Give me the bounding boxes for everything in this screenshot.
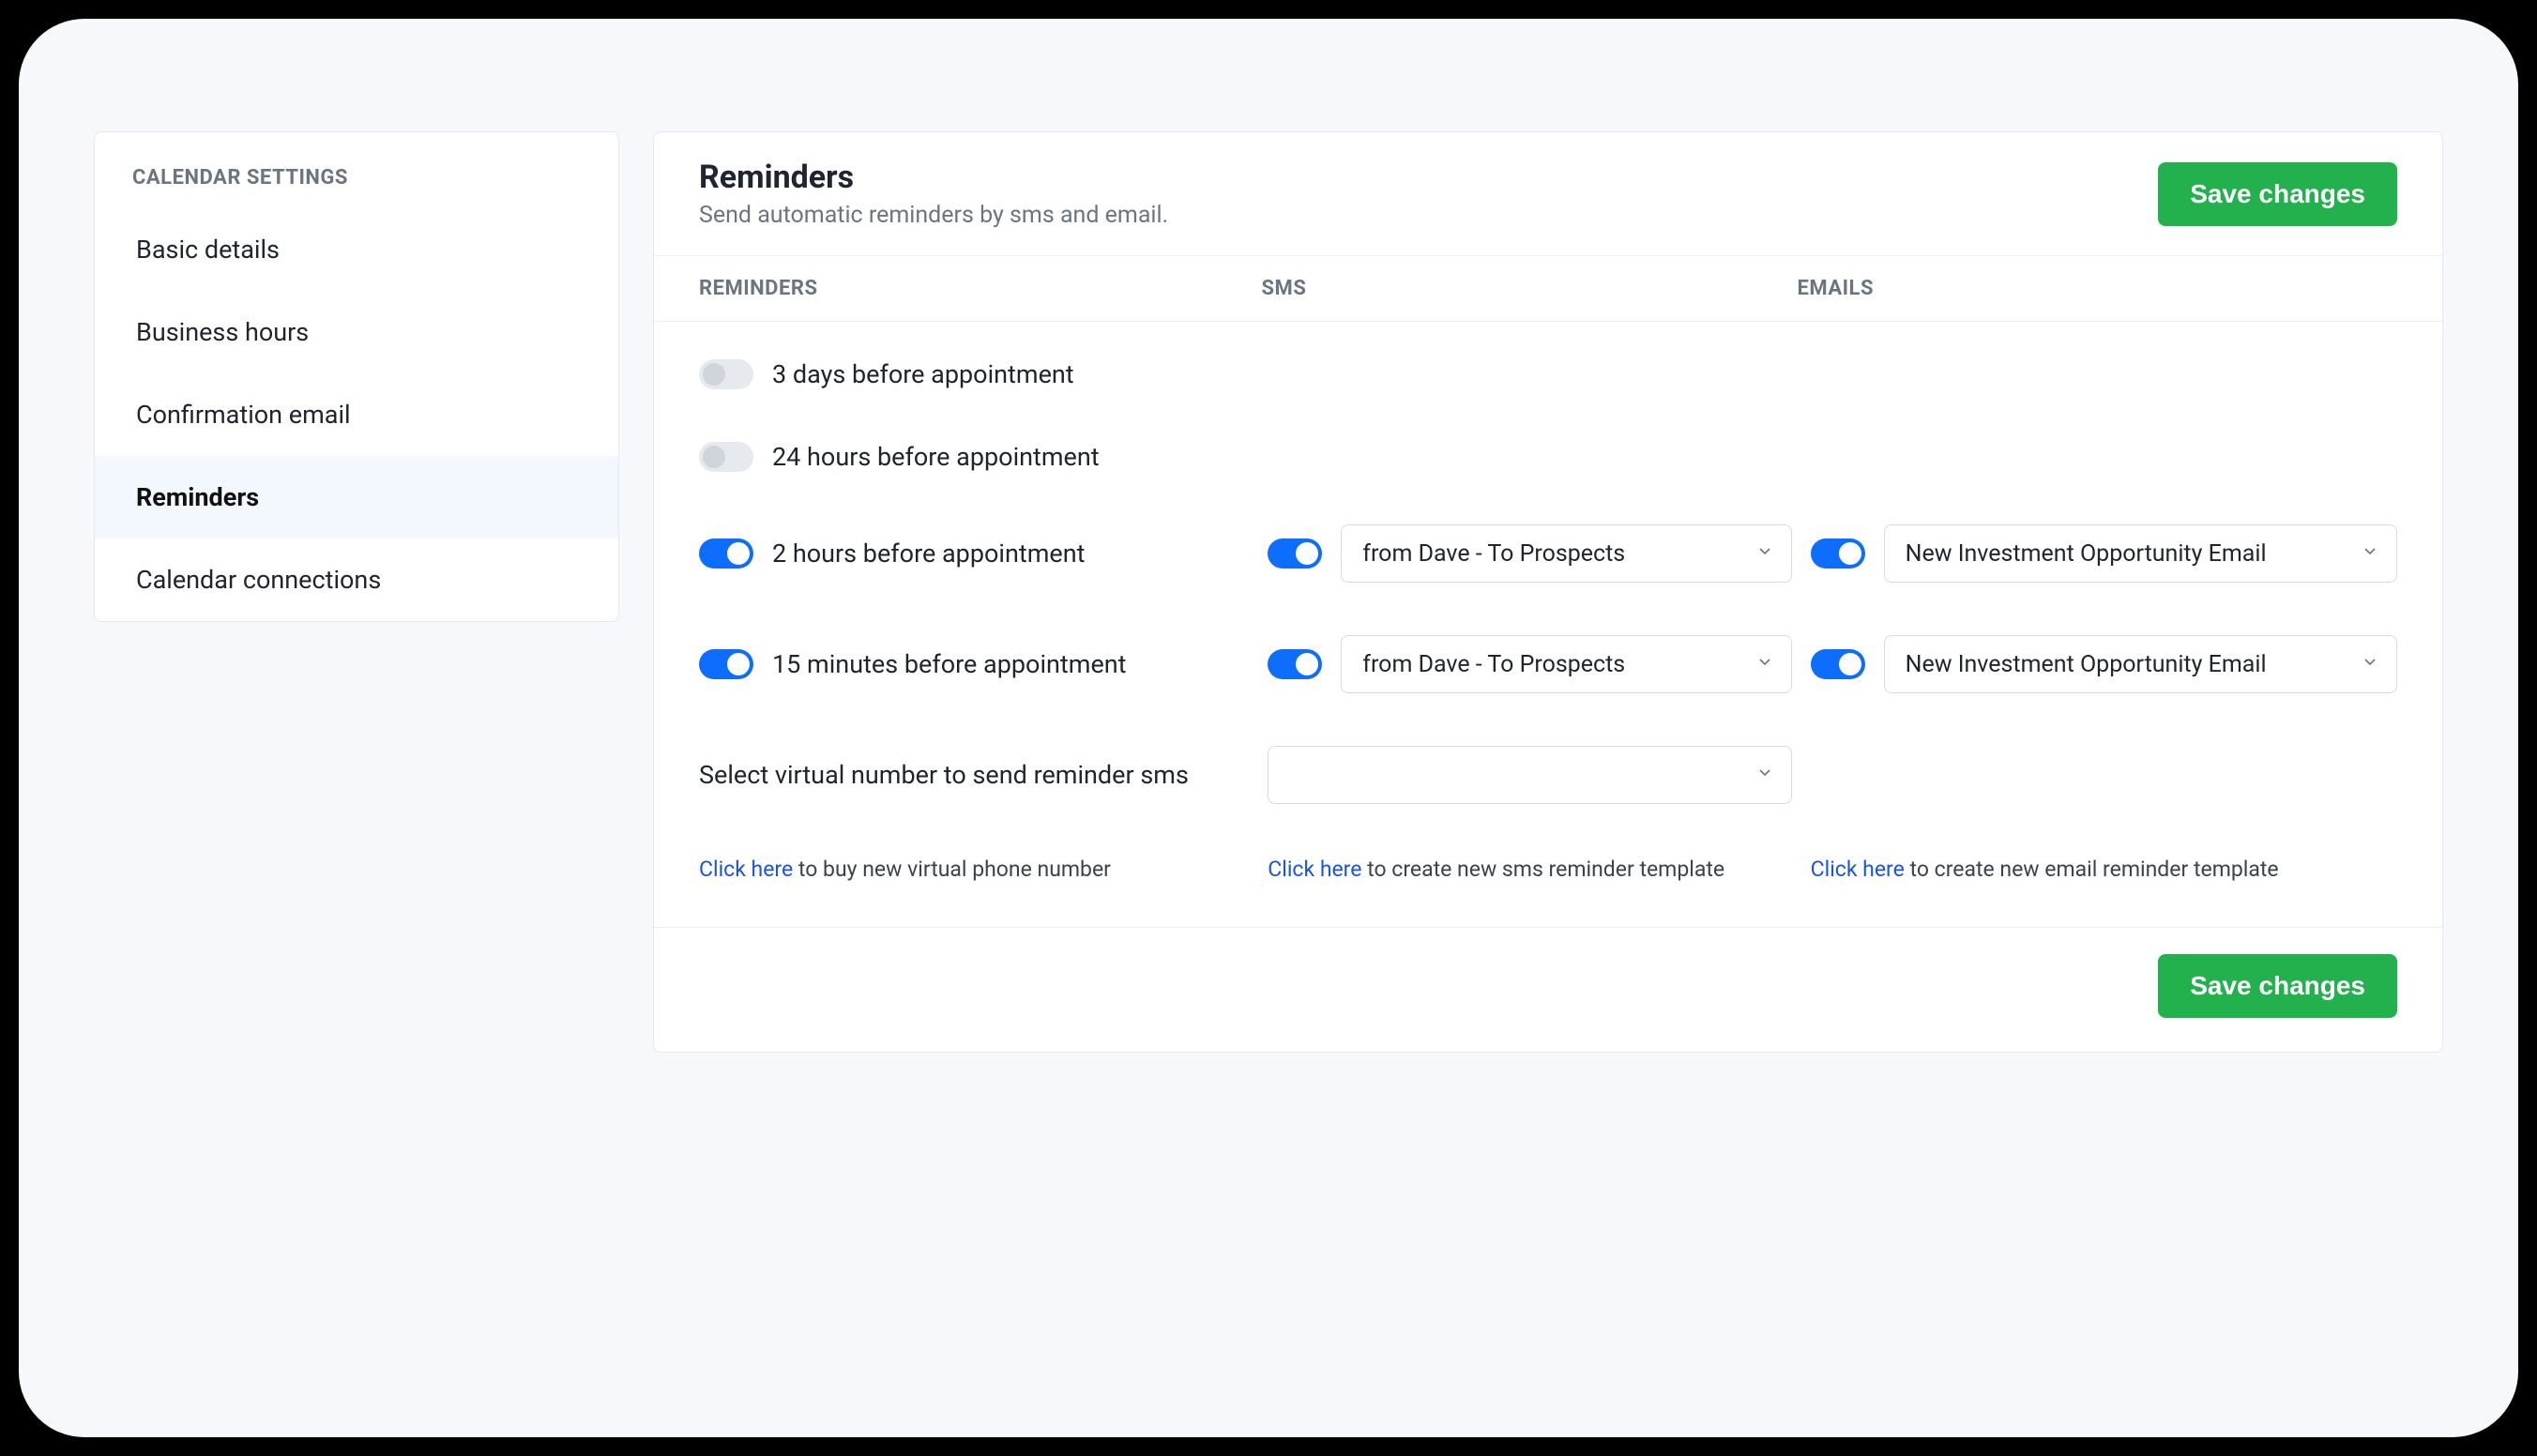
page-subtitle: Send automatic reminders by sms and emai…: [699, 202, 1168, 229]
reminder-label: 15 minutes before appointment: [772, 649, 1127, 679]
reminder-label: 2 hours before appointment: [772, 538, 1085, 569]
sidebar-item-business-hours[interactable]: Business hours: [95, 291, 618, 373]
page-title: Reminders: [699, 159, 1168, 196]
buy-number-text: Click here to buy new virtual phone numb…: [699, 857, 1249, 882]
reminder-toggle[interactable]: [699, 538, 753, 569]
sidebar-title: CALENDAR SETTINGS: [95, 132, 618, 208]
sms-template-text: Click here to create new sms reminder te…: [1268, 857, 1791, 882]
virtual-number-row: Select virtual number to send reminder s…: [654, 720, 2442, 830]
buy-number-link[interactable]: Click here: [699, 857, 793, 882]
reminder-label: 24 hours before appointment: [772, 442, 1100, 472]
save-button-top[interactable]: Save changes: [2158, 162, 2397, 226]
sms-toggle[interactable]: [1268, 538, 1322, 569]
email-toggle[interactable]: [1811, 538, 1865, 569]
chevron-down-icon: [2361, 540, 2379, 568]
email-template-value: New Investment Opportunity Email: [1906, 651, 2267, 678]
main-header: Reminders Send automatic reminders by sm…: [654, 132, 2442, 256]
reminder-row-3days: 3 days before appointment: [654, 333, 2442, 416]
reminder-row-2hours: 2 hours before appointment from Dave - T…: [654, 498, 2442, 609]
col-header-emails: EMAILS: [1798, 277, 2397, 300]
email-template-suffix: to create new email reminder template: [1905, 857, 2279, 882]
main-footer: Save changes: [654, 927, 2442, 1052]
email-template-select[interactable]: New Investment Opportunity Email: [1884, 524, 2397, 583]
email-template-link[interactable]: Click here: [1811, 857, 1905, 882]
chevron-down-icon: [2361, 651, 2379, 678]
reminder-row-15minutes: 15 minutes before appointment from Dave …: [654, 609, 2442, 720]
virtual-number-select[interactable]: [1268, 746, 1791, 804]
reminder-row-24hours: 24 hours before appointment: [654, 416, 2442, 498]
chevron-down-icon: [1755, 651, 1774, 678]
main-panel: Reminders Send automatic reminders by sm…: [653, 131, 2443, 1053]
virtual-number-label: Select virtual number to send reminder s…: [699, 760, 1249, 790]
sidebar: CALENDAR SETTINGS Basic details Business…: [94, 131, 619, 622]
chevron-down-icon: [1755, 540, 1774, 568]
buy-number-suffix: to buy new virtual phone number: [793, 857, 1111, 882]
links-row: Click here to buy new virtual phone numb…: [654, 830, 2442, 916]
sms-template-value: from Dave - To Prospects: [1362, 651, 1625, 678]
reminder-label: 3 days before appointment: [772, 359, 1074, 389]
sms-template-select[interactable]: from Dave - To Prospects: [1341, 635, 1791, 693]
email-template-text: Click here to create new email reminder …: [1811, 857, 2397, 882]
email-template-select[interactable]: New Investment Opportunity Email: [1884, 635, 2397, 693]
col-header-sms: SMS: [1262, 277, 1798, 300]
reminder-rows: 3 days before appointment 24 hours befor…: [654, 322, 2442, 927]
sms-template-suffix: to create new sms reminder template: [1361, 857, 1724, 882]
column-headers: REMINDERS SMS EMAILS: [654, 256, 2442, 322]
sms-template-select[interactable]: from Dave - To Prospects: [1341, 524, 1791, 583]
chevron-down-icon: [1755, 762, 1774, 789]
sidebar-item-confirmation-email[interactable]: Confirmation email: [95, 373, 618, 456]
sms-template-link[interactable]: Click here: [1268, 857, 1361, 882]
email-toggle[interactable]: [1811, 649, 1865, 679]
sidebar-item-reminders[interactable]: Reminders: [95, 456, 618, 538]
col-header-reminders: REMINDERS: [699, 277, 1262, 300]
save-button-bottom[interactable]: Save changes: [2158, 954, 2397, 1018]
reminder-toggle[interactable]: [699, 359, 753, 389]
sms-template-value: from Dave - To Prospects: [1362, 540, 1625, 568]
reminder-toggle[interactable]: [699, 442, 753, 472]
email-template-value: New Investment Opportunity Email: [1906, 540, 2267, 568]
sidebar-item-calendar-connections[interactable]: Calendar connections: [95, 538, 618, 621]
reminder-toggle[interactable]: [699, 649, 753, 679]
sidebar-item-basic-details[interactable]: Basic details: [95, 208, 618, 291]
sms-toggle[interactable]: [1268, 649, 1322, 679]
